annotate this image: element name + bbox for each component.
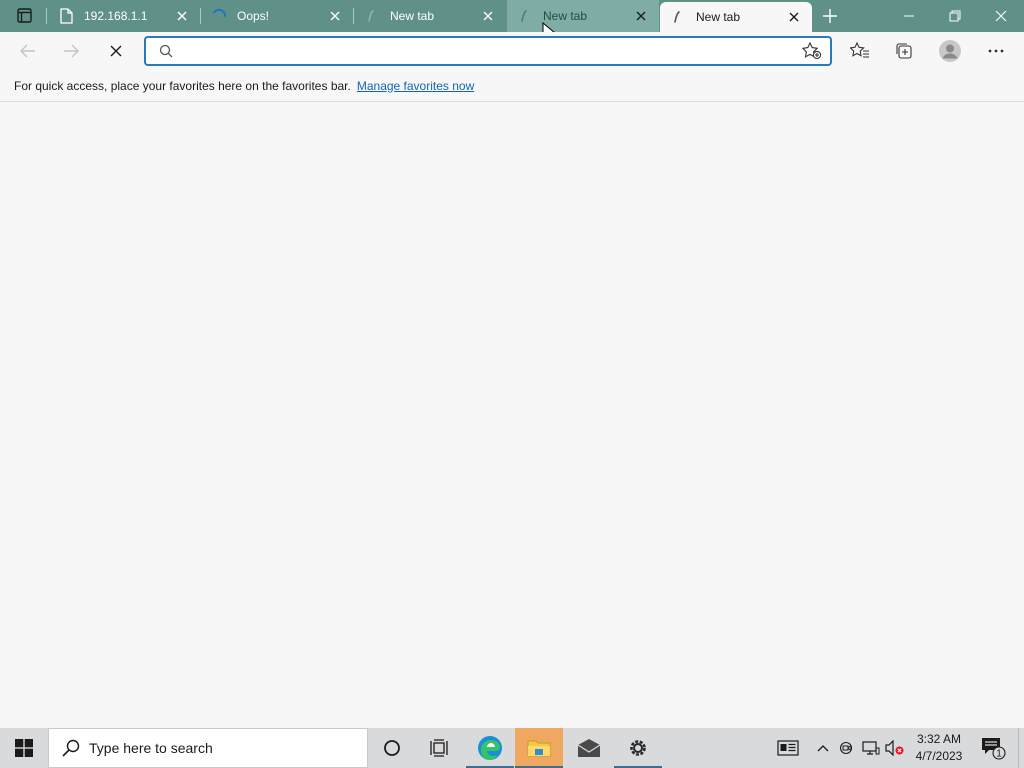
taskbar-clock[interactable]: 3:32 AM 4/7/2023	[908, 731, 970, 765]
tab-close-button[interactable]	[478, 6, 498, 26]
close-icon	[995, 10, 1007, 22]
plus-icon	[823, 9, 837, 23]
close-icon	[483, 11, 493, 21]
back-button[interactable]	[13, 36, 43, 66]
mail-icon	[577, 739, 601, 757]
navigation-toolbar	[0, 32, 1024, 70]
tab-separator	[46, 8, 47, 24]
cortana-button[interactable]	[368, 728, 416, 768]
forward-arrow-icon	[64, 44, 79, 58]
tab-oops[interactable]: Oops!	[201, 0, 353, 32]
taskbar-edge-button[interactable]	[466, 728, 514, 768]
tab-title: New tab	[390, 9, 435, 23]
tab-new-tab-active[interactable]: New tab	[660, 2, 812, 32]
tab-close-button[interactable]	[172, 6, 192, 26]
clock-date: 4/7/2023	[915, 749, 963, 763]
tab-new-tab-1[interactable]: New tab	[354, 0, 506, 32]
network-button[interactable]	[861, 738, 881, 758]
new-tab-button[interactable]	[818, 4, 842, 28]
close-icon	[177, 11, 187, 21]
close-icon	[636, 11, 646, 21]
tab-close-button[interactable]	[784, 7, 804, 27]
volume-muted-icon	[885, 740, 904, 756]
tab-title: New tab	[696, 10, 741, 24]
notification-count: 1	[996, 749, 1002, 760]
close-icon	[330, 11, 340, 21]
forward-button[interactable]	[56, 36, 86, 66]
minimize-button[interactable]	[886, 0, 932, 32]
search-icon	[156, 41, 176, 61]
tab-close-button[interactable]	[631, 6, 651, 26]
close-icon	[789, 12, 799, 22]
loading-icon	[517, 8, 533, 24]
tab-title: New tab	[543, 9, 588, 23]
taskbar: Type here to search 3:32 AM 4/7/2023 1	[0, 728, 1024, 768]
back-arrow-icon	[20, 44, 35, 58]
volume-button[interactable]	[885, 738, 905, 758]
search-icon	[61, 738, 81, 758]
taskbar-settings-button[interactable]	[614, 728, 662, 768]
more-icon	[988, 49, 1004, 53]
add-to-favorites-button[interactable]	[800, 39, 824, 63]
meet-now-icon	[839, 741, 853, 755]
task-view-icon	[430, 739, 448, 757]
close-window-button[interactable]	[978, 0, 1024, 32]
news-and-interests-button[interactable]	[776, 738, 800, 758]
tab-strip: 192.168.1.1 Oops! New tab New tab New ta…	[0, 0, 1024, 42]
settings-icon	[630, 740, 646, 756]
tab-192-168-1-1[interactable]: 192.168.1.1	[48, 0, 200, 32]
notification-icon: 1	[982, 738, 1006, 760]
tab-title: Oops!	[237, 9, 270, 23]
file-explorer-icon	[527, 740, 551, 757]
favorites-bar: For quick access, place your favorites h…	[0, 70, 1024, 102]
manage-favorites-link[interactable]: Manage favorites now	[357, 79, 474, 93]
tab-actions-menu-button[interactable]	[10, 7, 38, 25]
favorites-icon	[850, 42, 869, 58]
stop-icon	[110, 45, 122, 57]
taskbar-file-explorer-button[interactable]	[515, 728, 563, 768]
stop-loading-button[interactable]	[101, 36, 131, 66]
network-icon	[862, 741, 880, 755]
taskbar-mail-button[interactable]	[565, 728, 613, 768]
profile-button[interactable]	[935, 36, 965, 66]
address-input[interactable]	[176, 39, 800, 63]
collections-icon	[896, 43, 912, 59]
search-placeholder: Type here to search	[89, 740, 213, 756]
loading-icon	[670, 9, 686, 25]
collections-button[interactable]	[889, 36, 919, 66]
favorites-bar-message: For quick access, place your favorites h…	[14, 78, 351, 93]
page-content	[0, 103, 1024, 728]
star-add-icon	[802, 42, 822, 60]
edge-icon	[478, 736, 502, 760]
meet-now-button[interactable]	[837, 738, 857, 758]
page-icon	[58, 8, 74, 24]
cortana-icon	[384, 740, 400, 756]
favorites-button[interactable]	[845, 36, 875, 66]
news-icon	[777, 740, 799, 756]
tab-actions-icon	[17, 8, 32, 23]
minimize-icon	[904, 15, 914, 17]
windows-logo-icon	[15, 739, 33, 757]
loading-spinner-icon	[211, 8, 227, 24]
settings-and-more-button[interactable]	[981, 36, 1011, 66]
action-center-button[interactable]: 1	[980, 736, 1006, 760]
start-button[interactable]	[0, 728, 48, 768]
tab-title: 192.168.1.1	[84, 9, 148, 23]
show-hidden-icons-button[interactable]	[813, 738, 833, 758]
loading-icon	[364, 8, 380, 24]
task-view-button[interactable]	[416, 728, 464, 768]
tab-close-button[interactable]	[325, 6, 345, 26]
show-desktop-button[interactable]	[1018, 728, 1024, 768]
address-bar[interactable]	[144, 36, 832, 66]
restore-icon	[949, 10, 961, 22]
tab-new-tab-2[interactable]: New tab	[507, 0, 659, 32]
avatar-icon	[939, 40, 961, 62]
restore-button[interactable]	[932, 0, 978, 32]
chevron-up-icon	[817, 745, 829, 752]
taskbar-search-box[interactable]: Type here to search	[48, 728, 368, 768]
clock-time: 3:32 AM	[916, 732, 962, 746]
